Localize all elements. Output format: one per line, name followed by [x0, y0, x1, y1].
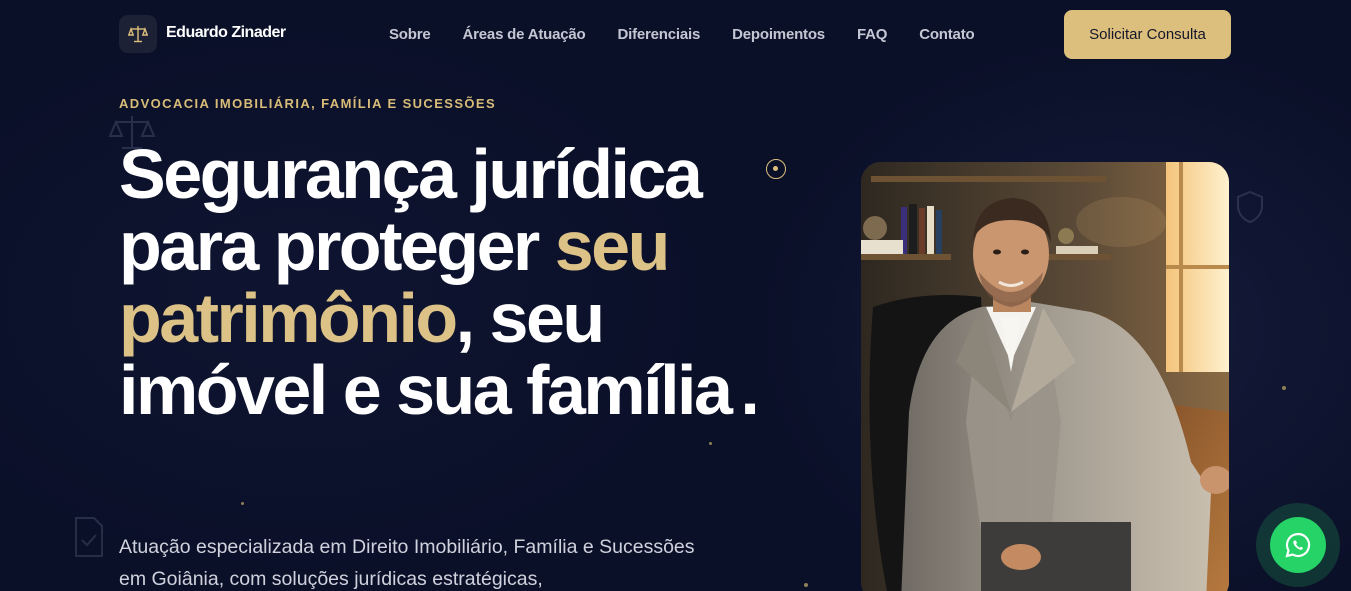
hero-headline: Segurança jurídica para proteger seu pat… [119, 138, 799, 426]
site-header: Eduardo Zinader Sobre Áreas de Atuação D… [0, 0, 1351, 70]
headline-period: . [740, 351, 759, 429]
decorative-speck [1282, 386, 1286, 390]
scales-of-justice-icon [128, 26, 148, 43]
shield-watermark-icon [1237, 190, 1263, 224]
brand-name[interactable]: Eduardo Zinader [166, 24, 286, 42]
decorative-speck [709, 442, 712, 445]
nav-link-diferenciais[interactable]: Diferenciais [617, 26, 700, 43]
hero-subtitle: Atuação especializada em Direito Imobili… [119, 536, 695, 590]
whatsapp-button[interactable] [1270, 517, 1326, 573]
hero-eyebrow: ADVOCACIA IMOBILIÁRIA, FAMÍLIA E SUCESSÕ… [119, 96, 497, 111]
landing-page: Eduardo Zinader Sobre Áreas de Atuação D… [0, 0, 1351, 591]
nav-link-contato[interactable]: Contato [919, 26, 974, 43]
lawyer-portrait-photo [861, 162, 1229, 591]
nav-link-areas-de-atuacao[interactable]: Áreas de Atuação [463, 26, 586, 43]
whatsapp-icon [1285, 532, 1311, 558]
request-consultation-button[interactable]: Solicitar Consulta [1064, 10, 1231, 59]
nav-link-sobre[interactable]: Sobre [389, 26, 431, 43]
main-nav: Sobre Áreas de Atuação Diferenciais Depo… [389, 26, 1006, 43]
nav-link-faq[interactable]: FAQ [857, 26, 887, 43]
portrait-illustration [861, 162, 1229, 591]
document-check-watermark-icon [75, 517, 103, 557]
logo[interactable] [119, 15, 157, 53]
decorative-speck [804, 583, 808, 587]
decorative-speck [241, 502, 244, 505]
nav-link-depoimentos[interactable]: Depoimentos [732, 26, 825, 43]
